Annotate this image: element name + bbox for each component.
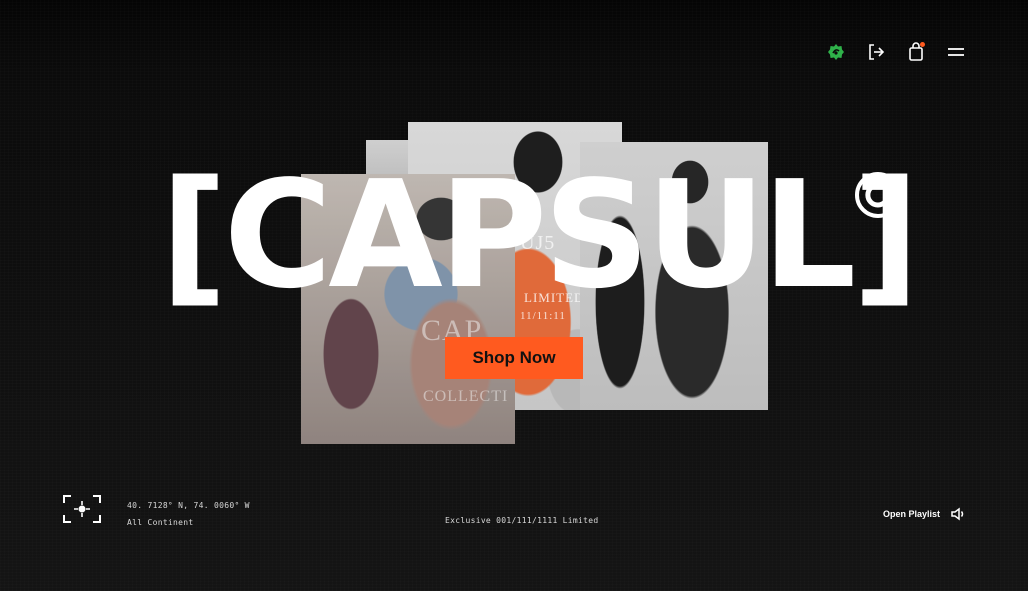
playlist-label: Open Playlist [882, 509, 940, 519]
locator-icon[interactable] [62, 494, 102, 524]
copyright-icon [855, 172, 901, 218]
shop-now-button[interactable]: Shop Now [445, 337, 583, 379]
speaker-icon[interactable] [950, 507, 966, 521]
open-playlist-button[interactable]: Open Playlist [883, 507, 966, 521]
coordinates-text: 40. 7128° N, 74. 0060° W [127, 501, 250, 510]
brand-title: [CAPSUL] [160, 149, 920, 321]
location-info: 40. 7128° N, 74. 0060° W All Continent [127, 497, 250, 531]
exclusive-text: Exclusive 001/111/1111 Limited [445, 516, 599, 525]
region-text: All Continent [127, 518, 194, 527]
